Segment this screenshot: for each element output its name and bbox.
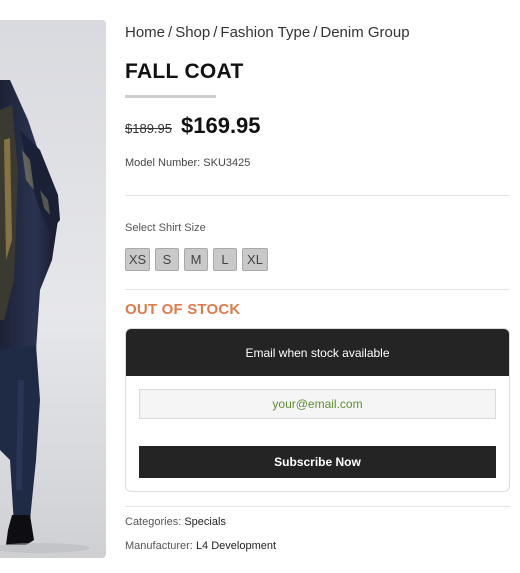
breadcrumb-separator: / <box>213 24 218 41</box>
product-image[interactable] <box>0 20 106 558</box>
notify-header: Email when stock available <box>126 329 509 376</box>
model-number-label: Model Number: <box>125 157 201 169</box>
product-title: FALL COAT <box>125 60 244 83</box>
stock-status: OUT OF STOCK <box>125 301 241 318</box>
breadcrumb-separator: / <box>168 24 173 41</box>
divider <box>125 289 510 290</box>
breadcrumb-fashion-type[interactable]: Fashion Type <box>220 24 310 41</box>
size-option-xl[interactable]: XL <box>242 248 268 271</box>
current-price: $169.95 <box>181 113 261 138</box>
size-option-l[interactable]: L <box>213 248 237 271</box>
size-label: Select Shirt Size <box>125 222 206 234</box>
breadcrumb-denim-group[interactable]: Denim Group <box>320 24 409 41</box>
size-option-s[interactable]: S <box>155 248 179 271</box>
product-photo <box>0 80 90 553</box>
subscribe-button[interactable]: Subscribe Now <box>139 446 496 478</box>
size-selector: XS S M L XL <box>125 248 268 271</box>
divider <box>125 506 510 507</box>
old-price: $189.95 <box>125 121 172 136</box>
categories: Categories: Specials <box>125 516 226 528</box>
manufacturer-link[interactable]: L4 Development <box>196 540 276 552</box>
breadcrumb: Home / Shop / Fashion Type / Denim Group <box>125 24 410 41</box>
manufacturer-label: Manufacturer: <box>125 540 193 552</box>
title-underline <box>125 95 216 98</box>
divider <box>125 195 510 196</box>
breadcrumb-shop[interactable]: Shop <box>175 24 210 41</box>
price-row: $189.95 $169.95 <box>125 113 261 139</box>
model-number: Model Number: SKU3425 <box>125 157 250 169</box>
manufacturer: Manufacturer: L4 Development <box>125 540 276 552</box>
category-link[interactable]: Specials <box>184 516 226 528</box>
breadcrumb-home[interactable]: Home <box>125 24 165 41</box>
model-number-value: SKU3425 <box>203 157 251 169</box>
breadcrumb-separator: / <box>313 24 318 41</box>
stock-notify-form: Email when stock available Subscribe Now <box>125 328 510 492</box>
size-option-xs[interactable]: XS <box>125 248 150 271</box>
size-option-m[interactable]: M <box>184 248 208 271</box>
email-input[interactable] <box>139 389 496 419</box>
categories-label: Categories: <box>125 516 182 528</box>
